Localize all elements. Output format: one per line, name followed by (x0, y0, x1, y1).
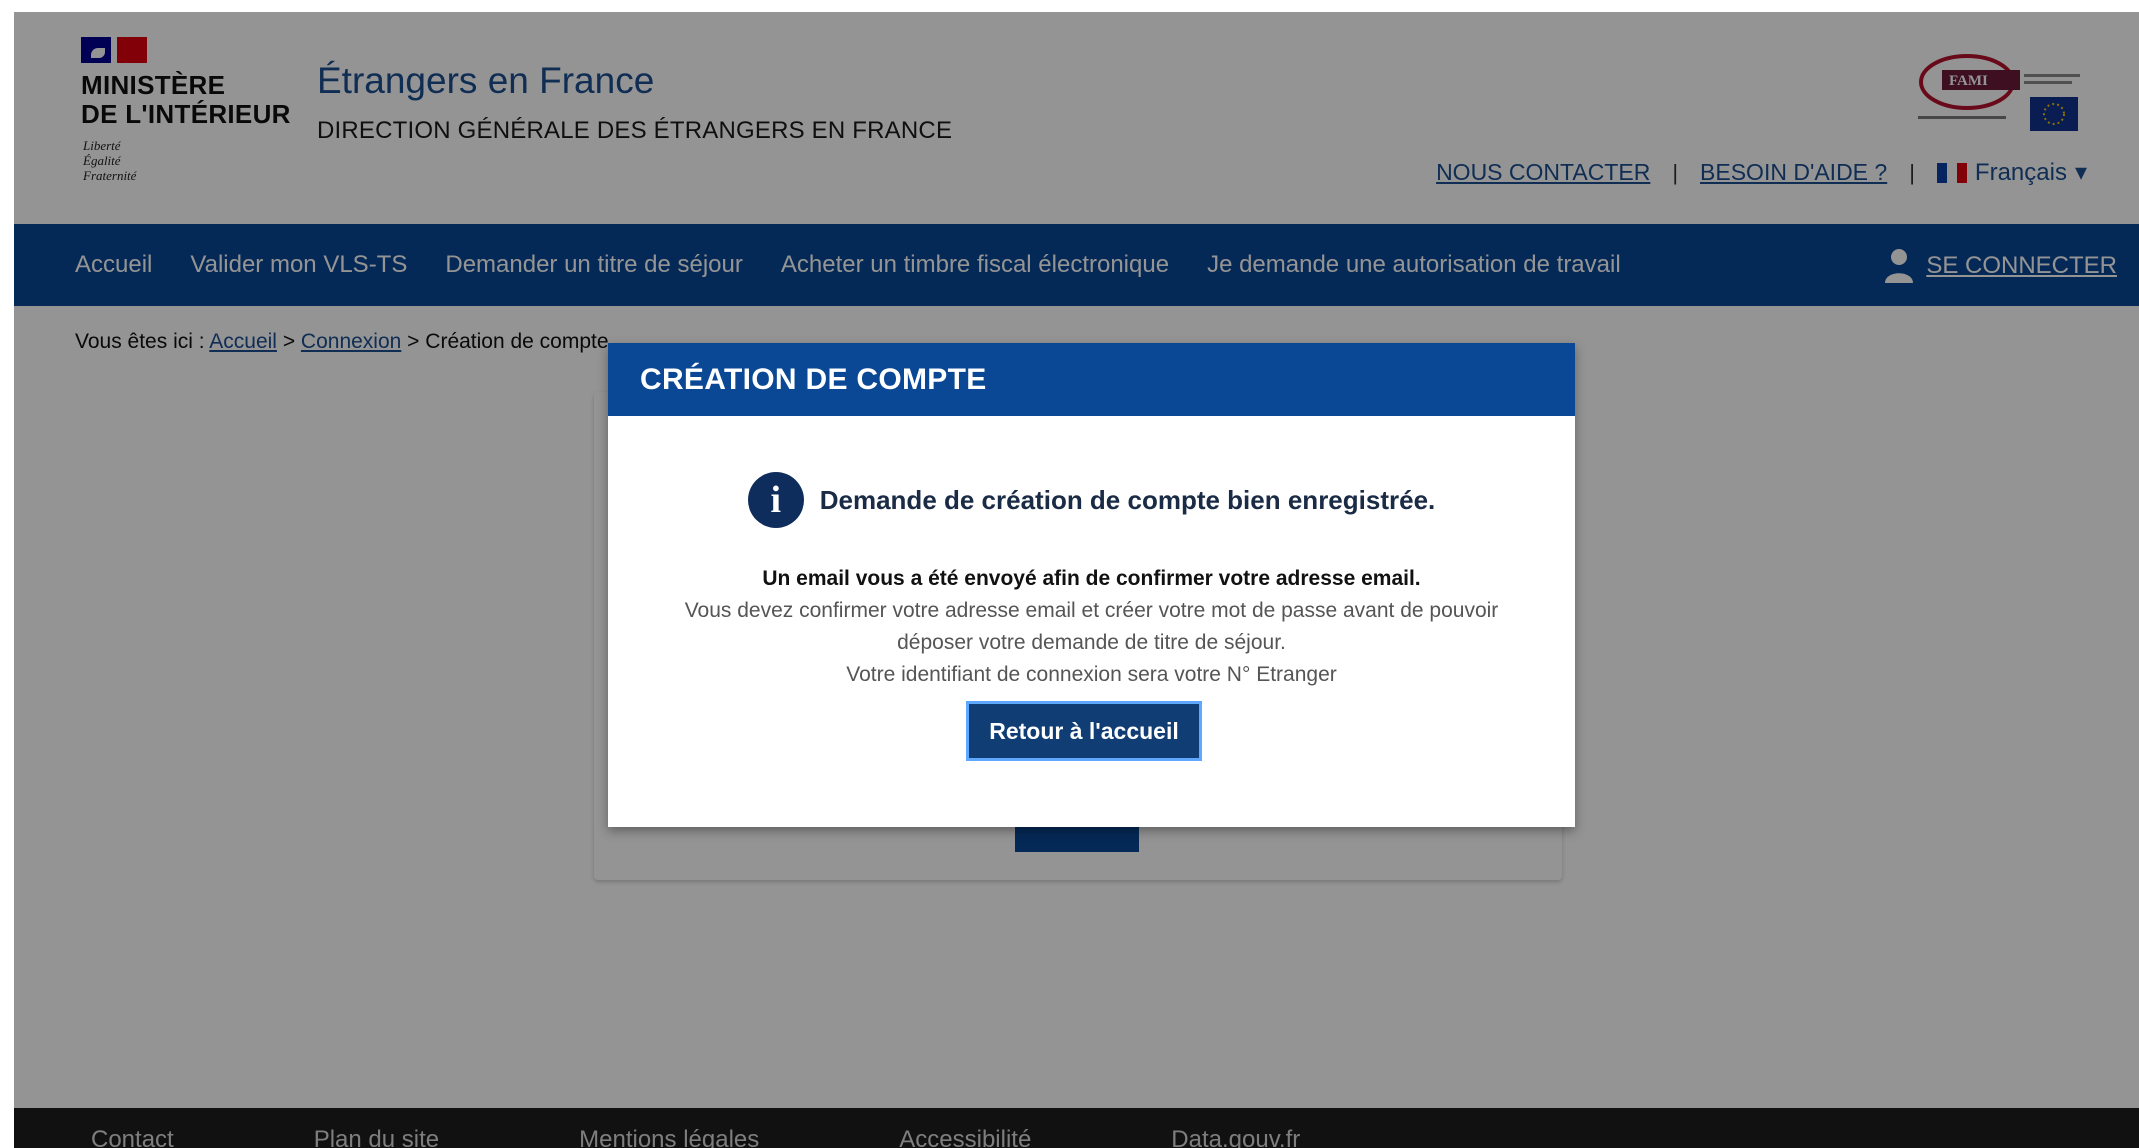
modal-message: Un email vous a été envoyé afin de confi… (648, 563, 1535, 691)
modal-message-line-2: Vous devez confirmer votre adresse email… (684, 599, 1499, 654)
modal-body: i Demande de création de compte bien enr… (608, 416, 1575, 827)
modal-headline-row: i Demande de création de compte bien enr… (608, 472, 1575, 528)
info-icon: i (747, 472, 804, 528)
modal-header: CRÉATION DE COMPTE (608, 343, 1575, 416)
account-created-modal: CRÉATION DE COMPTE i Demande de création… (608, 343, 1575, 827)
back-to-home-button[interactable]: Retour à l'accueil (966, 701, 1202, 761)
modal-message-line-3: Votre identifiant de connexion sera votr… (846, 663, 1337, 686)
page: MINISTÈRE DE L'INTÉRIEUR Liberté Égalité… (0, 0, 2139, 1148)
modal-message-bold: Un email vous a été envoyé afin de confi… (762, 567, 1421, 590)
left-gutter (0, 0, 14, 1148)
modal-headline: Demande de création de compte bien enreg… (819, 484, 1436, 515)
top-gutter (0, 0, 2139, 12)
modal-title: CRÉATION DE COMPTE (640, 362, 987, 396)
